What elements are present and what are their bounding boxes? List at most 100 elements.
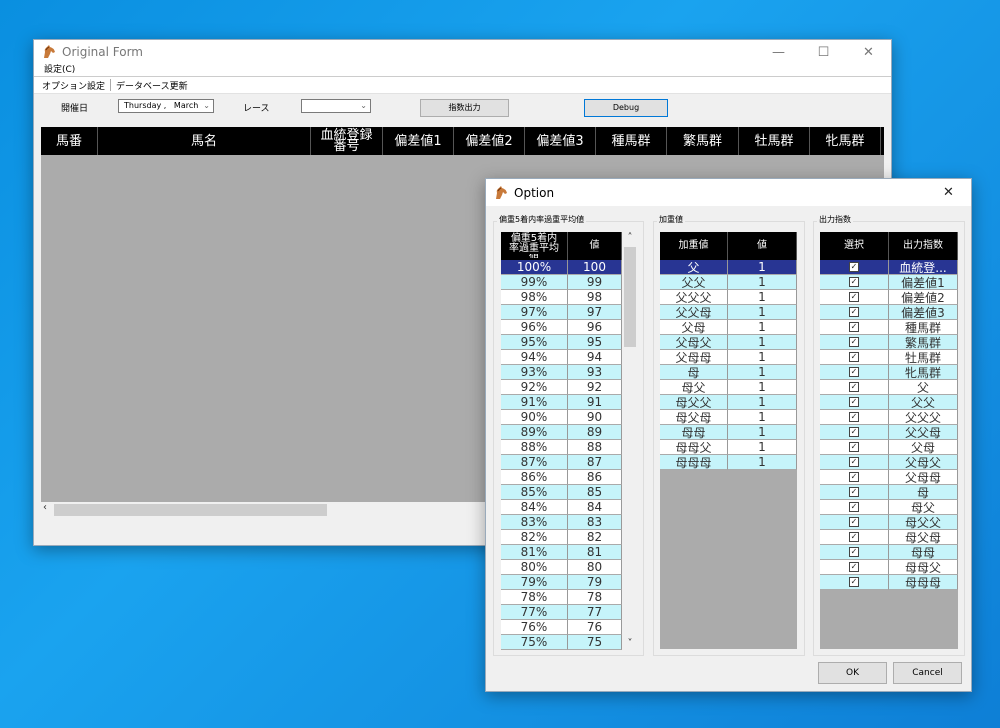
table-cell[interactable]: 83% — [501, 515, 568, 530]
table-cell[interactable]: 86 — [568, 470, 622, 485]
checkbox[interactable]: ✓ — [849, 337, 859, 347]
table-cell[interactable]: 90 — [568, 410, 622, 425]
table-row[interactable]: ✓ 父父母 — [820, 425, 958, 440]
checkbox[interactable]: ✓ — [849, 307, 859, 317]
select-cell[interactable]: ✓ — [820, 470, 889, 485]
table-cell[interactable]: 90% — [501, 410, 568, 425]
checkbox[interactable]: ✓ — [849, 277, 859, 287]
col-deviation-2[interactable]: 偏差値2 — [454, 127, 525, 155]
table-cell[interactable]: 91 — [568, 395, 622, 410]
table-cell[interactable]: 1 — [728, 425, 797, 440]
table-cell[interactable]: 93% — [501, 365, 568, 380]
table-cell[interactable]: 93 — [568, 365, 622, 380]
ok-button[interactable]: OK — [818, 662, 887, 684]
table-cell[interactable]: 92 — [568, 380, 622, 395]
checkbox[interactable]: ✓ — [849, 532, 859, 542]
option-titlebar[interactable]: Option ✕ — [486, 179, 971, 206]
table-row[interactable]: ✓ 母 — [820, 485, 958, 500]
table-cell[interactable]: 79% — [501, 575, 568, 590]
table-row[interactable]: 87% 87 — [501, 455, 622, 470]
table-cell[interactable]: 84 — [568, 500, 622, 515]
table-cell[interactable]: 96 — [568, 320, 622, 335]
table-row[interactable]: 79% 79 — [501, 575, 622, 590]
table-row[interactable]: 81% 81 — [501, 545, 622, 560]
select-cell[interactable]: ✓ — [820, 515, 889, 530]
checkbox[interactable]: ✓ — [849, 412, 859, 422]
table-row[interactable]: 84% 84 — [501, 500, 622, 515]
select-cell[interactable]: ✓ — [820, 380, 889, 395]
table-cell[interactable]: 99 — [568, 275, 622, 290]
select-cell[interactable]: ✓ — [820, 365, 889, 380]
table-cell[interactable]: 1 — [728, 380, 797, 395]
table-cell[interactable]: 1 — [728, 305, 797, 320]
table-cell[interactable]: 77 — [568, 605, 622, 620]
table-cell[interactable]: 89% — [501, 425, 568, 440]
table-cell[interactable]: 81 — [568, 545, 622, 560]
db-update-link[interactable]: データベース更新 — [116, 79, 188, 92]
index-output-button[interactable]: 指数出力 — [420, 99, 509, 117]
table-row[interactable]: 95% 95 — [501, 335, 622, 350]
select-cell[interactable]: ✓ — [820, 305, 889, 320]
table-cell[interactable]: 100% — [501, 260, 568, 275]
select-cell[interactable]: ✓ — [820, 290, 889, 305]
table-cell[interactable]: 97 — [568, 305, 622, 320]
table-row[interactable]: 80% 80 — [501, 560, 622, 575]
table-row[interactable]: 99% 99 — [501, 275, 622, 290]
table-row[interactable]: 91% 91 — [501, 395, 622, 410]
table-row[interactable]: 77% 77 — [501, 605, 622, 620]
table1-vertical-scrollbar[interactable]: ˄ ˅ — [622, 232, 638, 649]
table-cell[interactable]: 81% — [501, 545, 568, 560]
race-select[interactable]: ⌄ — [301, 99, 371, 113]
table-row[interactable]: ✓ 父母母 — [820, 470, 958, 485]
table-row[interactable]: ✓ 父 — [820, 380, 958, 395]
col-blood-registration[interactable]: 血統登録 番号 — [311, 127, 383, 155]
table-cell[interactable]: 99% — [501, 275, 568, 290]
table-cell[interactable]: 100 — [568, 260, 622, 275]
col-sire-group[interactable]: 種馬群 — [596, 127, 667, 155]
checkbox[interactable]: ✓ — [849, 562, 859, 572]
table-row[interactable]: 89% 89 — [501, 425, 622, 440]
table-cell[interactable]: 1 — [728, 350, 797, 365]
checkbox[interactable]: ✓ — [849, 517, 859, 527]
table-row[interactable]: 98% 98 — [501, 290, 622, 305]
table3-header-col2[interactable]: 出力指数 — [889, 232, 958, 260]
table-cell[interactable]: 85% — [501, 485, 568, 500]
table-cell[interactable]: 1 — [728, 320, 797, 335]
checkbox[interactable]: ✓ — [849, 367, 859, 377]
table-row[interactable]: 82% 82 — [501, 530, 622, 545]
table-cell[interactable]: 92% — [501, 380, 568, 395]
checkbox[interactable]: ✓ — [849, 547, 859, 557]
select-cell[interactable]: ✓ — [820, 275, 889, 290]
checkbox[interactable]: ✓ — [849, 397, 859, 407]
date-picker[interactable]: Thursday , March ⌄ — [118, 99, 214, 113]
checkbox[interactable]: ✓ — [849, 457, 859, 467]
table-row[interactable]: 83% 83 — [501, 515, 622, 530]
select-cell[interactable]: ✓ — [820, 320, 889, 335]
table-cell[interactable]: 82% — [501, 530, 568, 545]
table-cell[interactable]: 82 — [568, 530, 622, 545]
table-row[interactable]: ✓ 牝馬群 — [820, 365, 958, 380]
table-row[interactable]: ✓ 母父母 — [820, 530, 958, 545]
select-cell[interactable]: ✓ — [820, 455, 889, 470]
table-cell[interactable]: 1 — [728, 275, 797, 290]
table-row[interactable]: 100% 100 — [501, 260, 622, 275]
table-cell[interactable]: 76 — [568, 620, 622, 635]
table-cell[interactable]: 88% — [501, 440, 568, 455]
checkbox[interactable]: ✓ — [849, 382, 859, 392]
table1-header-col2[interactable]: 値 — [568, 232, 622, 260]
table-cell[interactable]: 80% — [501, 560, 568, 575]
table-cell[interactable]: 94% — [501, 350, 568, 365]
checkbox[interactable]: ✓ — [849, 352, 859, 362]
table-cell[interactable]: 1 — [728, 365, 797, 380]
table-cell[interactable]: 87% — [501, 455, 568, 470]
select-cell[interactable]: ✓ — [820, 260, 889, 275]
table-cell[interactable]: 98% — [501, 290, 568, 305]
table-cell[interactable]: 79 — [568, 575, 622, 590]
table-cell[interactable]: 1 — [728, 410, 797, 425]
table-cell[interactable]: 75 — [568, 635, 622, 650]
table-row[interactable]: 93% 93 — [501, 365, 622, 380]
checkbox[interactable]: ✓ — [849, 502, 859, 512]
table-cell[interactable]: 97% — [501, 305, 568, 320]
table3-header-col1[interactable]: 選択 — [820, 232, 889, 260]
table-cell[interactable]: 1 — [728, 260, 797, 275]
